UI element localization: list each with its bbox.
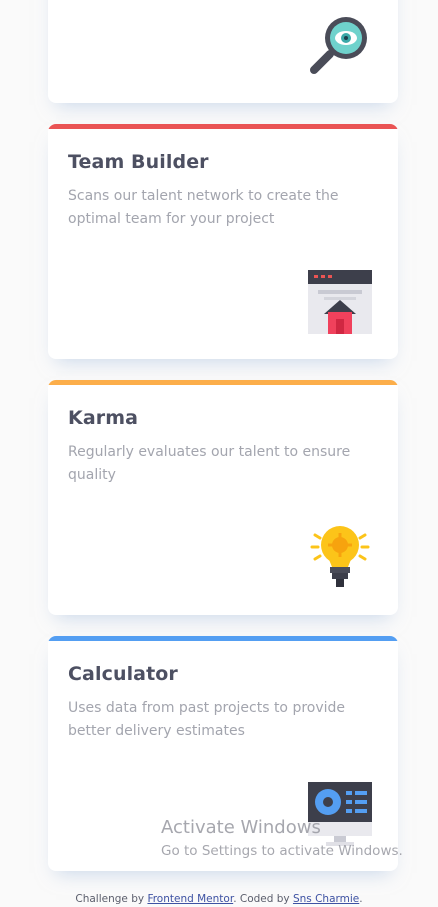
karma-card: Karma Regularly evaluates our talent to … — [48, 380, 398, 615]
card-description: Scans our talent network to create the o… — [68, 188, 339, 227]
watermark-title: Activate Windows — [161, 817, 321, 838]
frontend-mentor-link[interactable]: Frontend Mentor — [147, 893, 233, 905]
footer-prefix: Challenge by — [75, 893, 145, 905]
footer-middle: . Coded by — [233, 893, 290, 905]
card-title: Team Builder — [68, 151, 209, 173]
team-builder-card: Team Builder Scans our talent network to… — [48, 124, 398, 359]
supervisor-card — [48, 0, 398, 103]
card-description: Uses data from past projects to provide … — [68, 700, 346, 739]
accent-bar — [48, 124, 398, 129]
card-title: Calculator — [68, 663, 178, 685]
watermark-subtitle: Go to Settings to activate Windows. — [161, 843, 403, 859]
attribution-footer: Challenge by Frontend Mentor. Coded by S… — [0, 893, 438, 905]
activate-windows-watermark: Activate Windows Go to Settings to activ… — [161, 817, 403, 861]
card-title: Karma — [68, 407, 139, 429]
lightbulb-icon — [310, 526, 370, 587]
author-link[interactable]: Sns Charmie — [293, 893, 359, 905]
accent-bar — [48, 380, 398, 385]
footer-suffix: . — [359, 893, 363, 905]
accent-bar — [48, 636, 398, 641]
card-description: Regularly evaluates our talent to ensure… — [68, 444, 351, 483]
magnifier-icon — [310, 17, 367, 74]
team-builder-icon — [308, 270, 372, 334]
